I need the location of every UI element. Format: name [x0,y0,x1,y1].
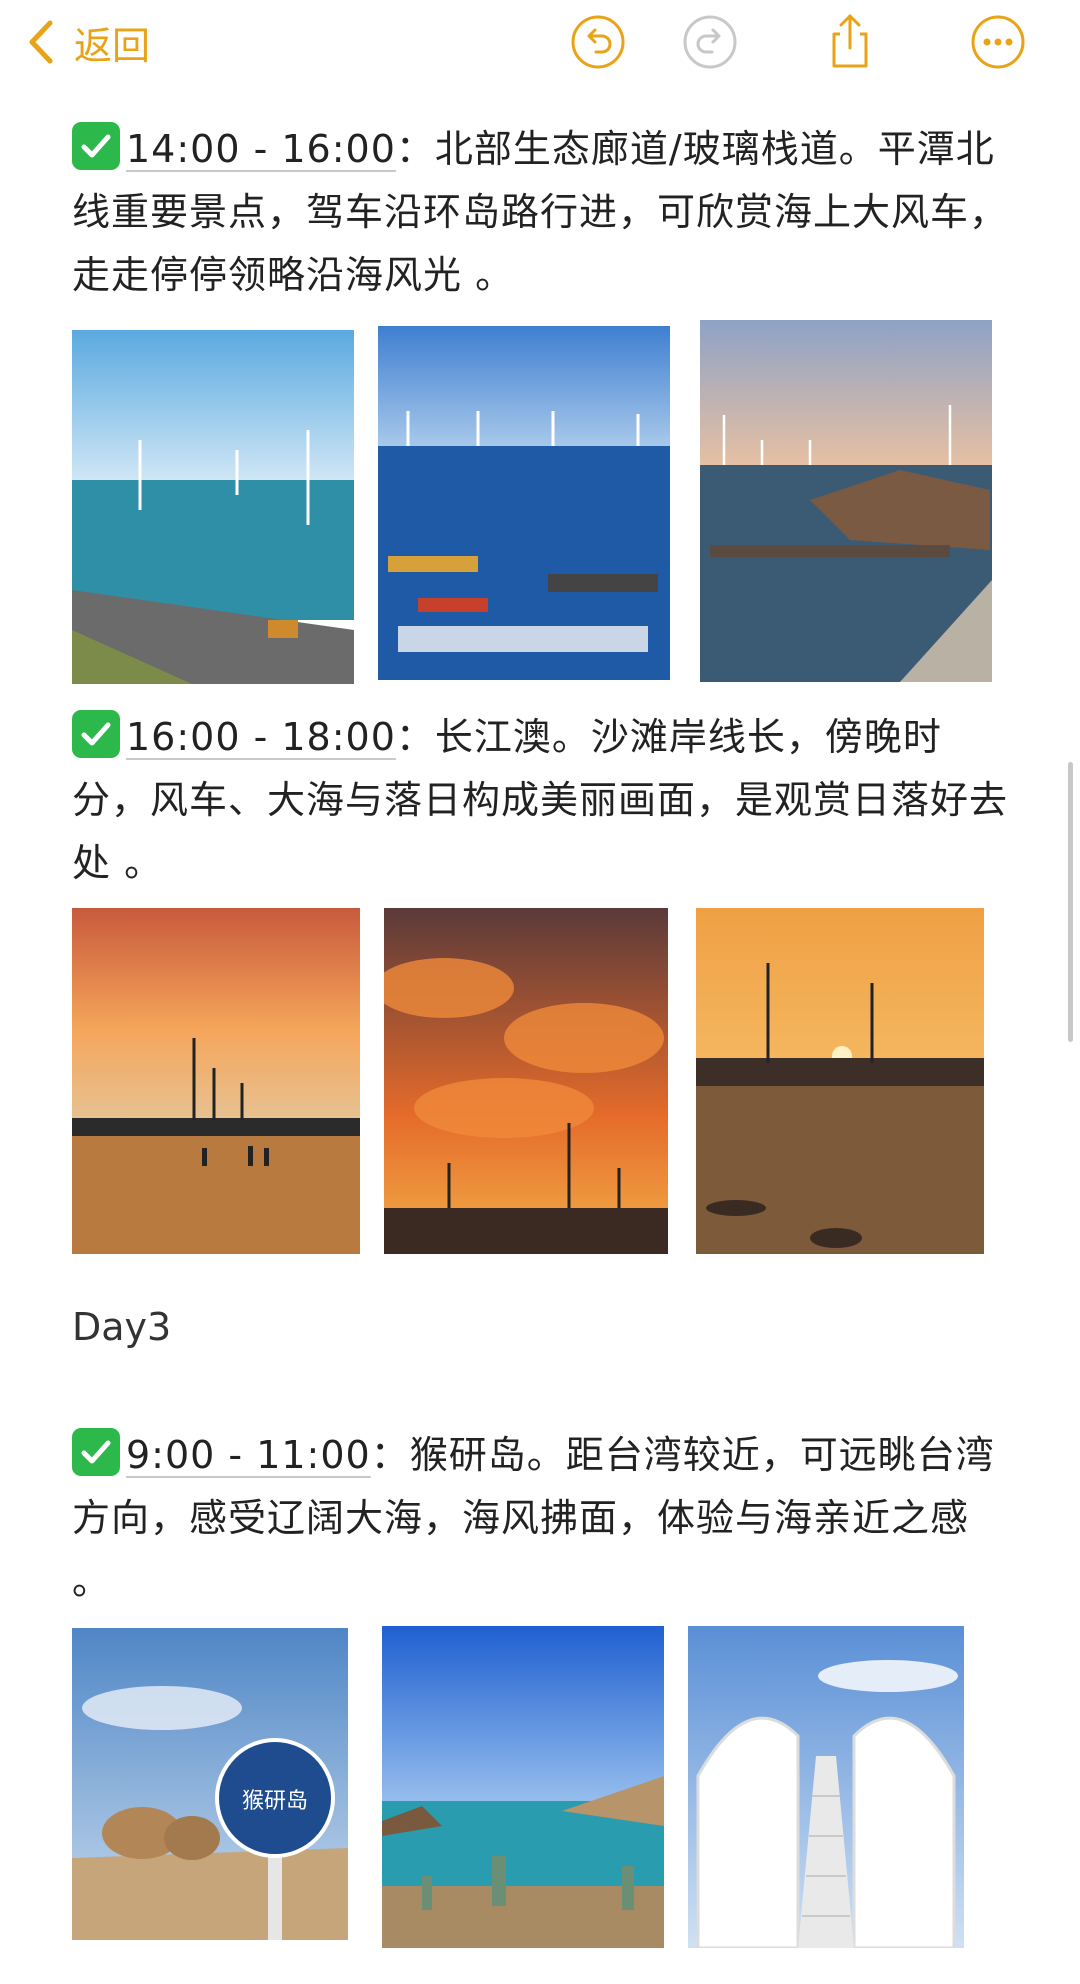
section-2-text: 16:00 - 18:00：长江澳。沙滩岸线长，傍晚时分，风车、大海与落日构成美… [72,706,1012,895]
top-nav-bar: 返回 [0,0,1080,84]
time-range[interactable]: 16:00 - 18:00 [126,715,396,759]
more-button[interactable] [968,12,1028,72]
sign-text: 猴研岛 [242,1789,308,1814]
section-3-text: 9:00 - 11:00：猴研岛。距台湾较近，可远眺台湾方向，感受辽阔大海，海风… [72,1424,1012,1613]
time-range[interactable]: 9:00 - 11:00 [126,1433,371,1477]
white-arch-bridge-photo[interactable] [688,1626,964,1948]
houyan-island-sign-photo[interactable]: 猴研岛 [72,1628,348,1940]
section-1-text: 14:00 - 16:00：北部生态廊道/玻璃栈道。平潭北线重要景点，驾车沿环岛… [72,118,1012,307]
fishing-boats-harbor-photo[interactable] [378,326,670,680]
paragraph: 14:00 - 16:00：北部生态廊道/玻璃栈道。平潭北线重要景点，驾车沿环岛… [72,118,1012,307]
time-range[interactable]: 14:00 - 16:00 [126,127,396,171]
back-label: 返回 [74,23,151,68]
blue-sea-coast-photo[interactable] [382,1626,664,1948]
chevron-left-icon [29,20,53,64]
back-button[interactable]: 返回 [24,14,150,70]
paragraph: 16:00 - 18:00：长江澳。沙滩岸线长，傍晚时分，风车、大海与落日构成美… [72,706,1012,895]
undo-button[interactable] [568,12,628,72]
sun-on-horizon-photo[interactable] [696,908,984,1254]
undo-icon [571,15,625,69]
more-icon [971,15,1025,69]
redo-button[interactable] [680,12,740,72]
check-mark-icon [72,710,120,758]
redo-icon [683,15,737,69]
rocky-pier-windmills-photo[interactable] [700,320,992,682]
paragraph: 9:00 - 11:00：猴研岛。距台湾较近，可远眺台湾方向，感受辽阔大海，海风… [72,1424,1012,1613]
check-mark-icon [72,122,120,170]
share-button[interactable] [820,12,880,72]
fiery-clouds-sunset-photo[interactable] [384,908,668,1254]
sunset-beach-windmills-photo[interactable] [72,908,360,1254]
windmills-coastal-road-photo[interactable] [72,330,354,684]
scrollbar[interactable] [1068,762,1073,1042]
check-mark-icon [72,1428,120,1476]
day-label: Day3 [72,1305,172,1349]
share-icon [832,14,868,68]
